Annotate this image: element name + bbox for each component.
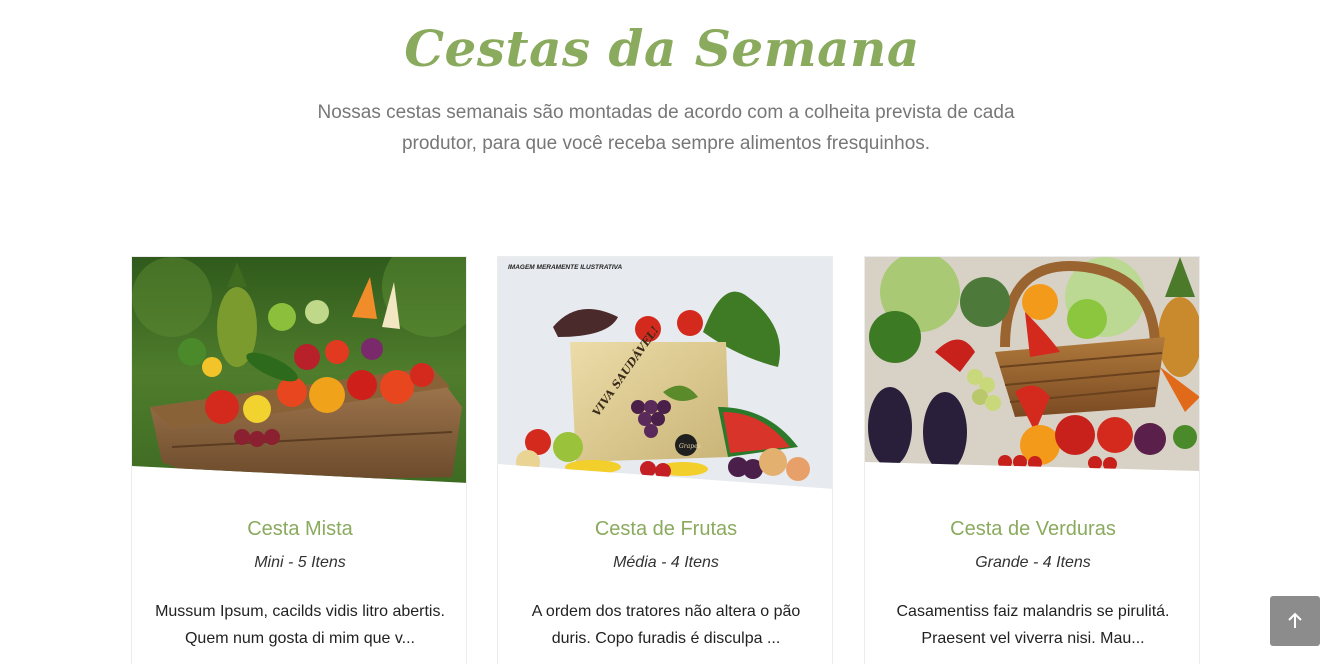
basket-card-frutas[interactable]: IMAGEM MERAMENTE ILUSTRATIVA VIVA SAUDÁV…: [497, 256, 833, 664]
basket-name[interactable]: Cesta de Verduras: [865, 516, 1199, 542]
basket-size: Grande - 4 Itens: [975, 554, 1091, 571]
basket-description: Mussum Ipsum, cacilds vidis litro aberti…: [155, 603, 445, 647]
mixed-basket-image[interactable]: [132, 257, 467, 489]
arrow-up-icon: [1288, 612, 1302, 628]
page: Cestas da Semana Nossas cestas semanais …: [0, 0, 1324, 664]
vegetable-basket-image[interactable]: [865, 257, 1200, 489]
basket-card-verduras[interactable]: Cesta de Verduras Grande - 4 Itens Casam…: [864, 256, 1200, 664]
fruit-basket-image[interactable]: IMAGEM MERAMENTE ILUSTRATIVA VIVA SAUDÁV…: [498, 257, 833, 489]
section-title: Cestas da Semana: [404, 19, 920, 78]
back-to-top-button[interactable]: [1270, 596, 1320, 646]
basket-size: Mini - 5 Itens: [254, 554, 346, 571]
basket-name[interactable]: Cesta Mista: [132, 516, 466, 542]
basket-card-mista[interactable]: Cesta Mista Mini - 5 Itens Mussum Ipsum,…: [131, 256, 467, 664]
basket-size: Média - 4 Itens: [613, 554, 719, 571]
basket-name[interactable]: Cesta de Frutas: [498, 516, 832, 542]
bag-brand: Grapes: [679, 443, 701, 450]
section-subtitle: Nossas cestas semanais são montadas de a…: [317, 102, 1015, 154]
basket-description: A ordem dos tratores não altera o pão du…: [531, 603, 801, 647]
basket-description: Casamentiss faiz malandris se pirulitá. …: [896, 603, 1170, 647]
illustrative-image-label: IMAGEM MERAMENTE ILUSTRATIVA: [508, 264, 623, 271]
